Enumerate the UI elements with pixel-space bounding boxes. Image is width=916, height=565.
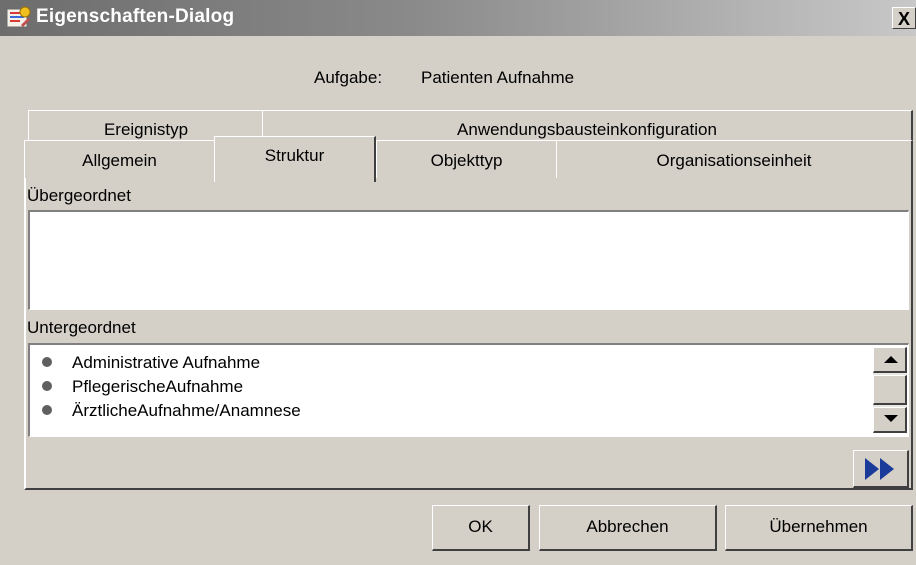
move-down-button[interactable] [853,450,909,488]
properties-dialog: Eigenschaften-Dialog X Aufgabe: Patiente… [0,0,916,565]
tab-allgemein[interactable]: Allgemein [24,140,216,178]
child-list[interactable]: Administrative Aufnahme PflegerischeAufn… [28,343,909,437]
task-value: Patienten Aufnahme [421,68,575,87]
scroll-thumb[interactable] [873,375,907,405]
bullet-icon [42,405,52,415]
list-item-text: Administrative Aufnahme [72,353,261,372]
list-item-text: PflegerischeAufnahme [72,377,244,396]
title-bar[interactable]: Eigenschaften-Dialog X [0,0,916,36]
tab-organisationseinheit[interactable]: Organisationseinheit [556,140,913,178]
vertical-scrollbar[interactable] [873,347,907,433]
child-label: Untergeordnet [27,318,136,337]
bullet-icon [42,381,52,391]
scroll-up-button[interactable] [873,347,907,373]
close-button[interactable]: X [892,7,916,29]
window-title: Eigenschaften-Dialog [36,6,235,27]
properties-icon [6,6,32,30]
arrow-up-icon [884,356,898,363]
tab-label: Objekttyp [430,151,503,170]
tab-struktur[interactable]: Struktur [214,136,376,182]
bullet-icon [42,357,52,367]
double-arrow-right-icon [862,456,900,487]
task-label: Aufgabe: [314,68,383,87]
scroll-down-button[interactable] [873,407,907,433]
ok-button[interactable]: OK [432,505,530,551]
apply-button[interactable]: Übernehmen [725,505,913,551]
parent-label: Übergeordnet [27,186,131,205]
tab-label: Organisationseinheit [656,151,812,170]
list-item-text: ÄrztlicheAufnahme/Anamnese [72,401,301,420]
tab-label: Struktur [264,146,325,165]
tab-label: Allgemein [82,151,157,170]
tab-objekttyp[interactable]: Objekttyp [376,140,558,178]
parent-list[interactable] [28,210,909,310]
arrow-down-icon [884,415,898,422]
cancel-button[interactable]: Abbrechen [539,505,717,551]
close-icon: X [897,9,910,29]
